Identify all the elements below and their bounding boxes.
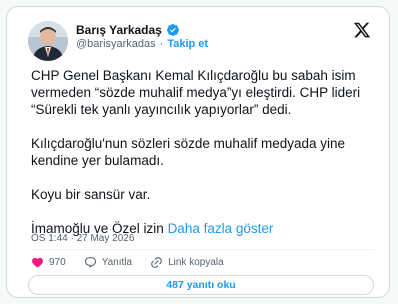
verified-badge-icon bbox=[166, 24, 179, 36]
reply-icon bbox=[84, 256, 96, 268]
like-button[interactable]: 970 bbox=[31, 256, 66, 269]
tweet-paragraph: Koyu bir sansür var. bbox=[31, 187, 151, 202]
author-name[interactable]: Barış Yarkadaş bbox=[76, 23, 162, 37]
copy-link-label: Link kopyala bbox=[168, 256, 224, 268]
separator-dot: · bbox=[159, 38, 164, 50]
tweet-timestamp[interactable]: ÖS 1:44 · 27 May 2026 bbox=[31, 233, 134, 244]
link-icon bbox=[151, 256, 162, 268]
tweet-paragraph: Kılıçdaroğlu'nun sözleri sözde muhalif m… bbox=[31, 136, 346, 168]
x-logo-icon[interactable] bbox=[353, 21, 371, 39]
tweet-text: CHP Genel Başkanı Kemal Kılıçdaroğlu bu … bbox=[31, 67, 383, 237]
follow-button[interactable]: Takip et bbox=[167, 38, 208, 50]
tweet-actions: 970 Yanıtla Link kopyala bbox=[31, 254, 242, 270]
like-count: 970 bbox=[49, 256, 66, 268]
reply-button[interactable]: Yanıtla bbox=[84, 256, 132, 269]
author-handle[interactable]: @barisyarkadas bbox=[76, 38, 156, 50]
read-replies-button[interactable]: 487 yanıtı oku bbox=[28, 275, 374, 295]
heart-icon bbox=[32, 257, 43, 267]
author-name-row: Barış Yarkadaş bbox=[76, 22, 180, 38]
copy-link-button[interactable]: Link kopyala bbox=[150, 256, 224, 269]
tweet-paragraph: CHP Genel Başkanı Kemal Kılıçdaroğlu bu … bbox=[31, 68, 361, 117]
show-more-link[interactable]: Daha fazla göster bbox=[168, 221, 274, 236]
divider bbox=[30, 249, 375, 250]
author-handle-row: @barisyarkadas · Takip et bbox=[76, 38, 208, 50]
tweet-card: Barış Yarkadaş @barisyarkadas · Takip et… bbox=[6, 6, 390, 298]
avatar[interactable] bbox=[28, 21, 68, 61]
reply-label: Yanıtla bbox=[101, 256, 133, 268]
